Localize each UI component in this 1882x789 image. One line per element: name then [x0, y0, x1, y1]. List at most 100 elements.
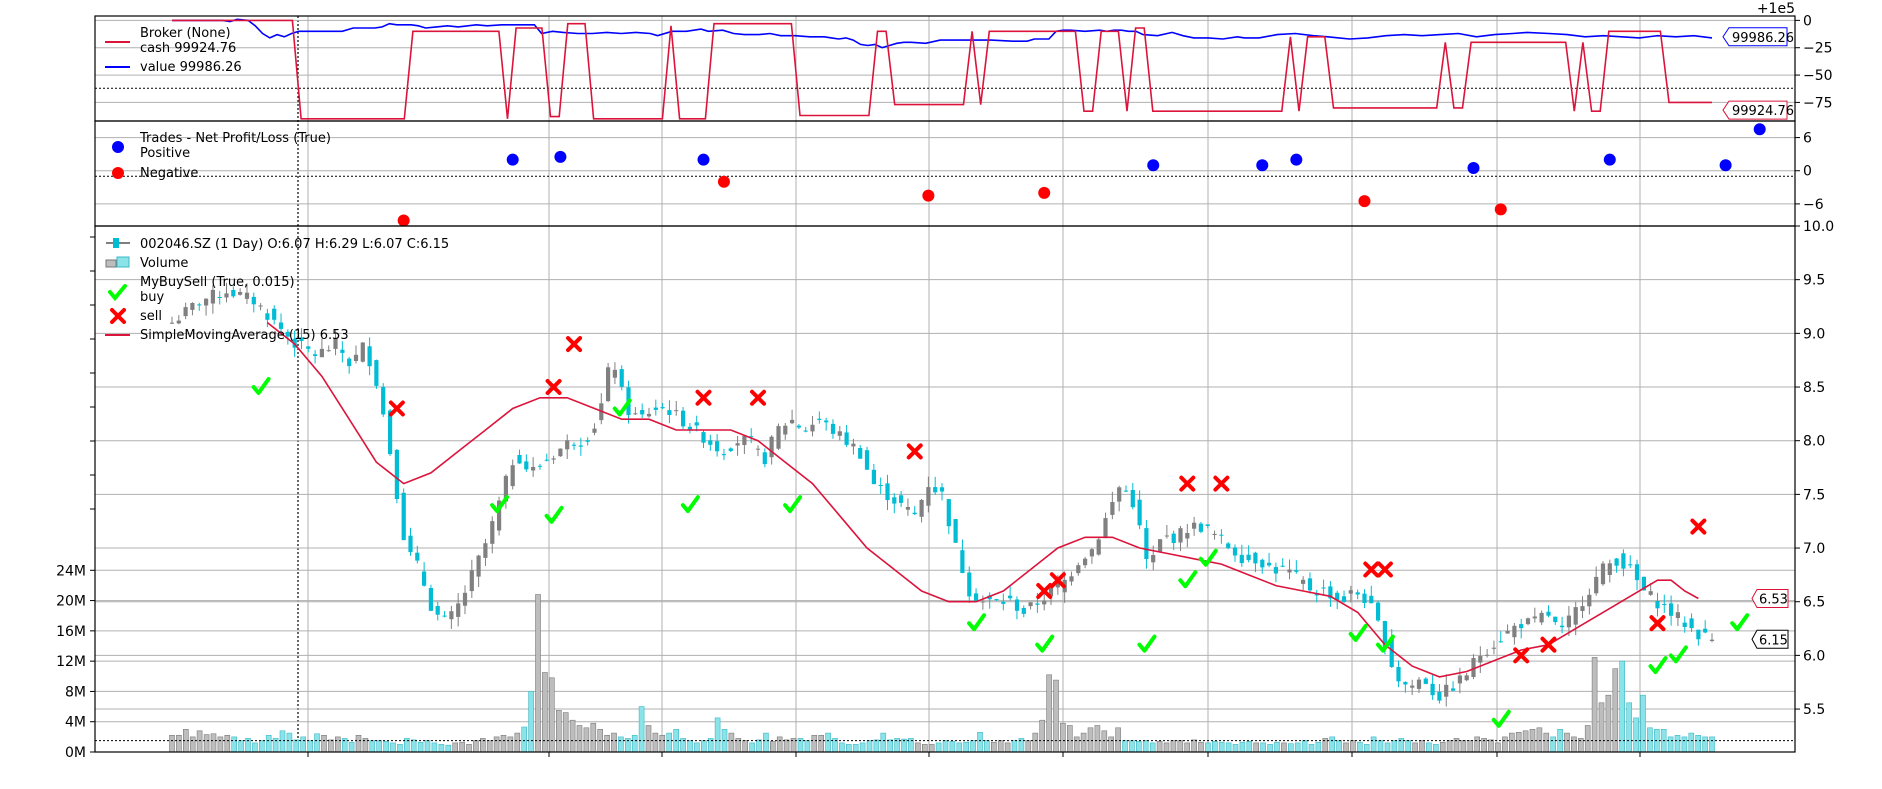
candle-body	[456, 603, 461, 617]
buy-marker	[1035, 634, 1055, 653]
volume-bar	[1674, 734, 1681, 753]
volume-bar	[1667, 736, 1674, 753]
candle-body	[462, 592, 468, 606]
candle-body	[1185, 533, 1190, 539]
sell-marker	[1363, 561, 1380, 578]
volume-bar	[1564, 732, 1570, 753]
trade-positive-point	[1290, 153, 1303, 166]
candle-body	[169, 322, 175, 324]
candle-body	[844, 432, 849, 445]
volume-bar	[590, 722, 597, 753]
volume-ytick-label: 8M	[65, 684, 86, 700]
volume-bar	[369, 740, 376, 753]
volume-bar	[783, 739, 790, 753]
volume-bar	[1612, 668, 1619, 753]
volume-bar	[1218, 741, 1225, 753]
volume-bar	[1695, 734, 1701, 753]
candle-body	[830, 423, 836, 434]
volume-bar	[1136, 741, 1142, 753]
volume-bar	[1205, 742, 1211, 753]
candle-body	[490, 521, 495, 544]
volume-bar	[949, 741, 956, 753]
candle-body	[1444, 684, 1449, 697]
volume-bar	[169, 734, 175, 753]
volume-bar	[1640, 694, 1646, 753]
volume-bar	[1025, 740, 1032, 753]
candle-body	[1457, 675, 1462, 684]
candle-body	[1566, 615, 1571, 628]
volume-bar	[611, 732, 617, 753]
candle-body	[619, 369, 624, 387]
candle-body	[524, 461, 529, 470]
volume-bar	[845, 744, 852, 753]
volume-bar	[618, 736, 624, 753]
candle-body	[721, 454, 726, 456]
volume-bar	[452, 742, 459, 753]
volume-bar	[1149, 742, 1156, 753]
price-legend-buy: buy	[140, 290, 164, 305]
volume-bar	[1626, 702, 1632, 753]
sell-marker	[1376, 561, 1393, 578]
sell-marker	[750, 389, 767, 406]
volume-bar	[514, 732, 521, 753]
volume-bar	[1053, 679, 1059, 753]
volume-bar	[1488, 739, 1494, 753]
candle-body	[272, 308, 277, 320]
trade-negative-point	[1358, 195, 1371, 208]
volume-bar	[1509, 732, 1515, 753]
candle-body	[769, 436, 774, 458]
candle-body	[1076, 565, 1081, 574]
volume-bar	[1122, 740, 1128, 753]
price-legend-sell: sell	[140, 309, 162, 324]
volume-bar	[321, 734, 327, 753]
candle-body	[1158, 539, 1163, 552]
candle-body	[790, 419, 795, 424]
volume-bar	[866, 740, 873, 753]
volume-bar	[1543, 732, 1550, 753]
volume-bar	[355, 734, 362, 753]
volume-bar	[1522, 730, 1529, 753]
volume-bar	[811, 734, 818, 753]
volume-bar	[1301, 740, 1308, 753]
volume-bar	[583, 727, 590, 753]
candle-body	[1709, 639, 1715, 641]
trade-positive-point	[1467, 161, 1480, 174]
price-ytick-label: 5.5	[1803, 702, 1825, 718]
volume-bar	[1681, 736, 1688, 753]
candle-body	[1273, 567, 1278, 574]
candle-body	[319, 348, 324, 358]
buy-marker	[251, 377, 271, 396]
trades-legend-negative: Negative	[140, 166, 198, 181]
candle-body	[1089, 549, 1094, 557]
candle-body	[360, 342, 365, 362]
candle-body	[442, 615, 447, 617]
sell-marker	[388, 400, 405, 417]
candle-body	[1001, 601, 1006, 604]
volume-bar	[1598, 702, 1605, 753]
volume-bar	[825, 732, 831, 753]
candle-body	[892, 497, 897, 504]
volume-bar	[1073, 736, 1080, 753]
candle-body	[606, 367, 611, 402]
candle-body	[1355, 592, 1360, 595]
trade-negative-point	[1038, 186, 1051, 199]
sell-marker	[1690, 518, 1707, 535]
sell-marker	[1649, 615, 1666, 632]
buy-marker	[967, 613, 987, 632]
candle-body	[1437, 691, 1442, 701]
candle-body	[1410, 685, 1415, 688]
volume-bar	[1184, 742, 1190, 753]
buy-marker	[1491, 709, 1511, 728]
candle-body	[653, 407, 658, 410]
volume-bar	[915, 742, 921, 753]
volume-bar	[314, 733, 320, 753]
candle-body	[1267, 562, 1272, 566]
candle-body	[1117, 487, 1122, 502]
volume-bar	[542, 672, 548, 753]
volume-bar	[921, 744, 928, 753]
candle-body	[1607, 563, 1612, 575]
trades-legend-title: Trades - Net Profit/Loss (True)	[139, 131, 331, 146]
trade-negative-point	[922, 189, 935, 202]
price-ytick-label: 9.0	[1803, 326, 1825, 342]
candle-body	[974, 593, 979, 601]
